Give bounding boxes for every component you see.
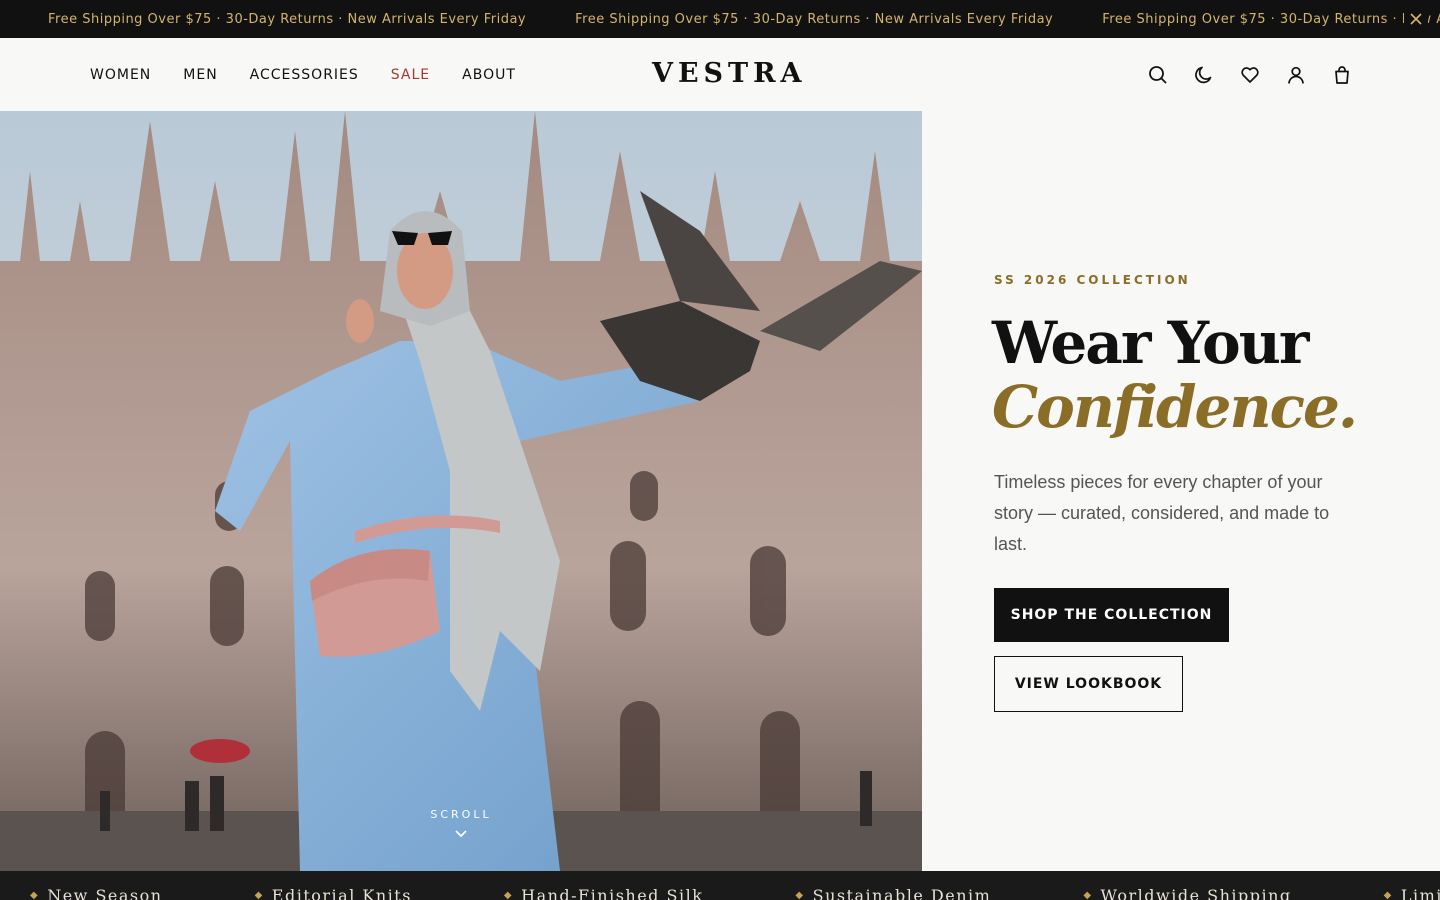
shop-collection-button[interactable]: SHOP THE COLLECTION <box>994 588 1229 642</box>
chevron-down-icon <box>455 830 467 838</box>
bag-icon <box>1335 65 1349 84</box>
diamond-icon: ◆ <box>503 890 514 900</box>
headline-line-1: Wear Your <box>992 309 1309 377</box>
scroll-indicator[interactable]: SCROLL <box>0 808 922 839</box>
close-icon <box>1410 13 1422 25</box>
announcement-message: Free Shipping Over $75 · 30-Day Returns … <box>575 11 1054 27</box>
nav-item-sale[interactable]: SALE <box>391 67 430 83</box>
hero-subtext: Timeless pieces for every chapter of you… <box>994 472 1330 554</box>
announcement-bar: Free Shipping Over $75 · 30-Day Returns … <box>0 0 1440 38</box>
ticker-label: New Season <box>47 886 163 900</box>
hero-panel: SS 2026 COLLECTION Wear Your Confidence.… <box>922 111 1440 871</box>
hero-illustration <box>0 111 922 871</box>
site-header: WOMEN MEN ACCESSORIES SALE ABOUT VESTRA <box>0 38 1440 111</box>
collection-eyebrow: SS 2026 COLLECTION <box>994 273 1191 287</box>
nav-item-men[interactable]: MEN <box>183 67 217 83</box>
account-button[interactable] <box>1284 63 1308 87</box>
ticker-item: ◆ Editorial Knits <box>255 886 412 900</box>
ticker-label: Worldwide Shipping <box>1100 886 1292 900</box>
announcement-message: Free Shipping Over $75 · 30-Day Returns … <box>1102 11 1440 27</box>
view-lookbook-button[interactable]: VIEW LOOKBOOK <box>994 656 1183 712</box>
announcement-close-button[interactable] <box>1404 7 1428 31</box>
announcement-message: Free Shipping Over $75 · 30-Day Returns … <box>48 11 527 27</box>
scroll-label: SCROLL <box>430 808 492 821</box>
feature-ticker: ◆ New Season ◆ Editorial Knits ◆ Hand-Finis… <box>0 871 1440 900</box>
dark-mode-toggle[interactable] <box>1192 63 1216 87</box>
announcement-track: Free Shipping Over $75 · 30-Day Returns … <box>48 0 1440 38</box>
headline-line-2: Confidence. <box>992 373 1358 441</box>
diamond-icon: ◆ <box>1383 890 1393 900</box>
ticker-label: Limited Edition <box>1400 886 1440 900</box>
nav-item-accessories[interactable]: ACCESSORIES <box>250 67 359 83</box>
search-icon <box>1149 65 1167 84</box>
brand-logo[interactable]: VESTRA <box>652 58 807 89</box>
ticker-label: Sustainable Denim <box>812 886 992 900</box>
dark-mode-icon <box>1195 66 1212 83</box>
hero-image: SCROLL <box>0 111 922 871</box>
nav-item-women[interactable]: WOMEN <box>90 67 151 83</box>
ticker-label: Hand-Finished Silk <box>521 886 704 900</box>
wishlist-button[interactable] <box>1238 63 1262 87</box>
diamond-icon: ◆ <box>254 890 264 900</box>
account-icon <box>1288 66 1304 84</box>
ticker-item: ◆ Limited Edition <box>1384 886 1440 900</box>
nav-item-about[interactable]: ABOUT <box>462 67 516 83</box>
diamond-icon: ◆ <box>1083 890 1093 900</box>
wishlist-icon <box>1241 66 1259 83</box>
ticker-item: ◆ Sustainable Denim <box>795 886 991 900</box>
ticker-item: ◆ Worldwide Shipping <box>1083 886 1291 900</box>
ticker-item: ◆ Hand-Finished Silk <box>504 886 704 900</box>
search-button[interactable] <box>1146 63 1170 87</box>
ticker-label: Editorial Knits <box>271 886 412 900</box>
bag-button[interactable] <box>1330 63 1354 87</box>
hero-headline: Wear Your Confidence. <box>992 309 1358 441</box>
main-nav: WOMEN MEN ACCESSORIES SALE ABOUT <box>90 38 548 111</box>
diamond-icon: ◆ <box>795 890 805 900</box>
diamond-icon: ◆ <box>30 890 40 900</box>
header-icons <box>1124 38 1354 111</box>
ticker-track: ◆ New Season ◆ Editorial Knits ◆ Hand-Finis… <box>30 886 1440 900</box>
ticker-item: ◆ New Season <box>30 886 163 900</box>
